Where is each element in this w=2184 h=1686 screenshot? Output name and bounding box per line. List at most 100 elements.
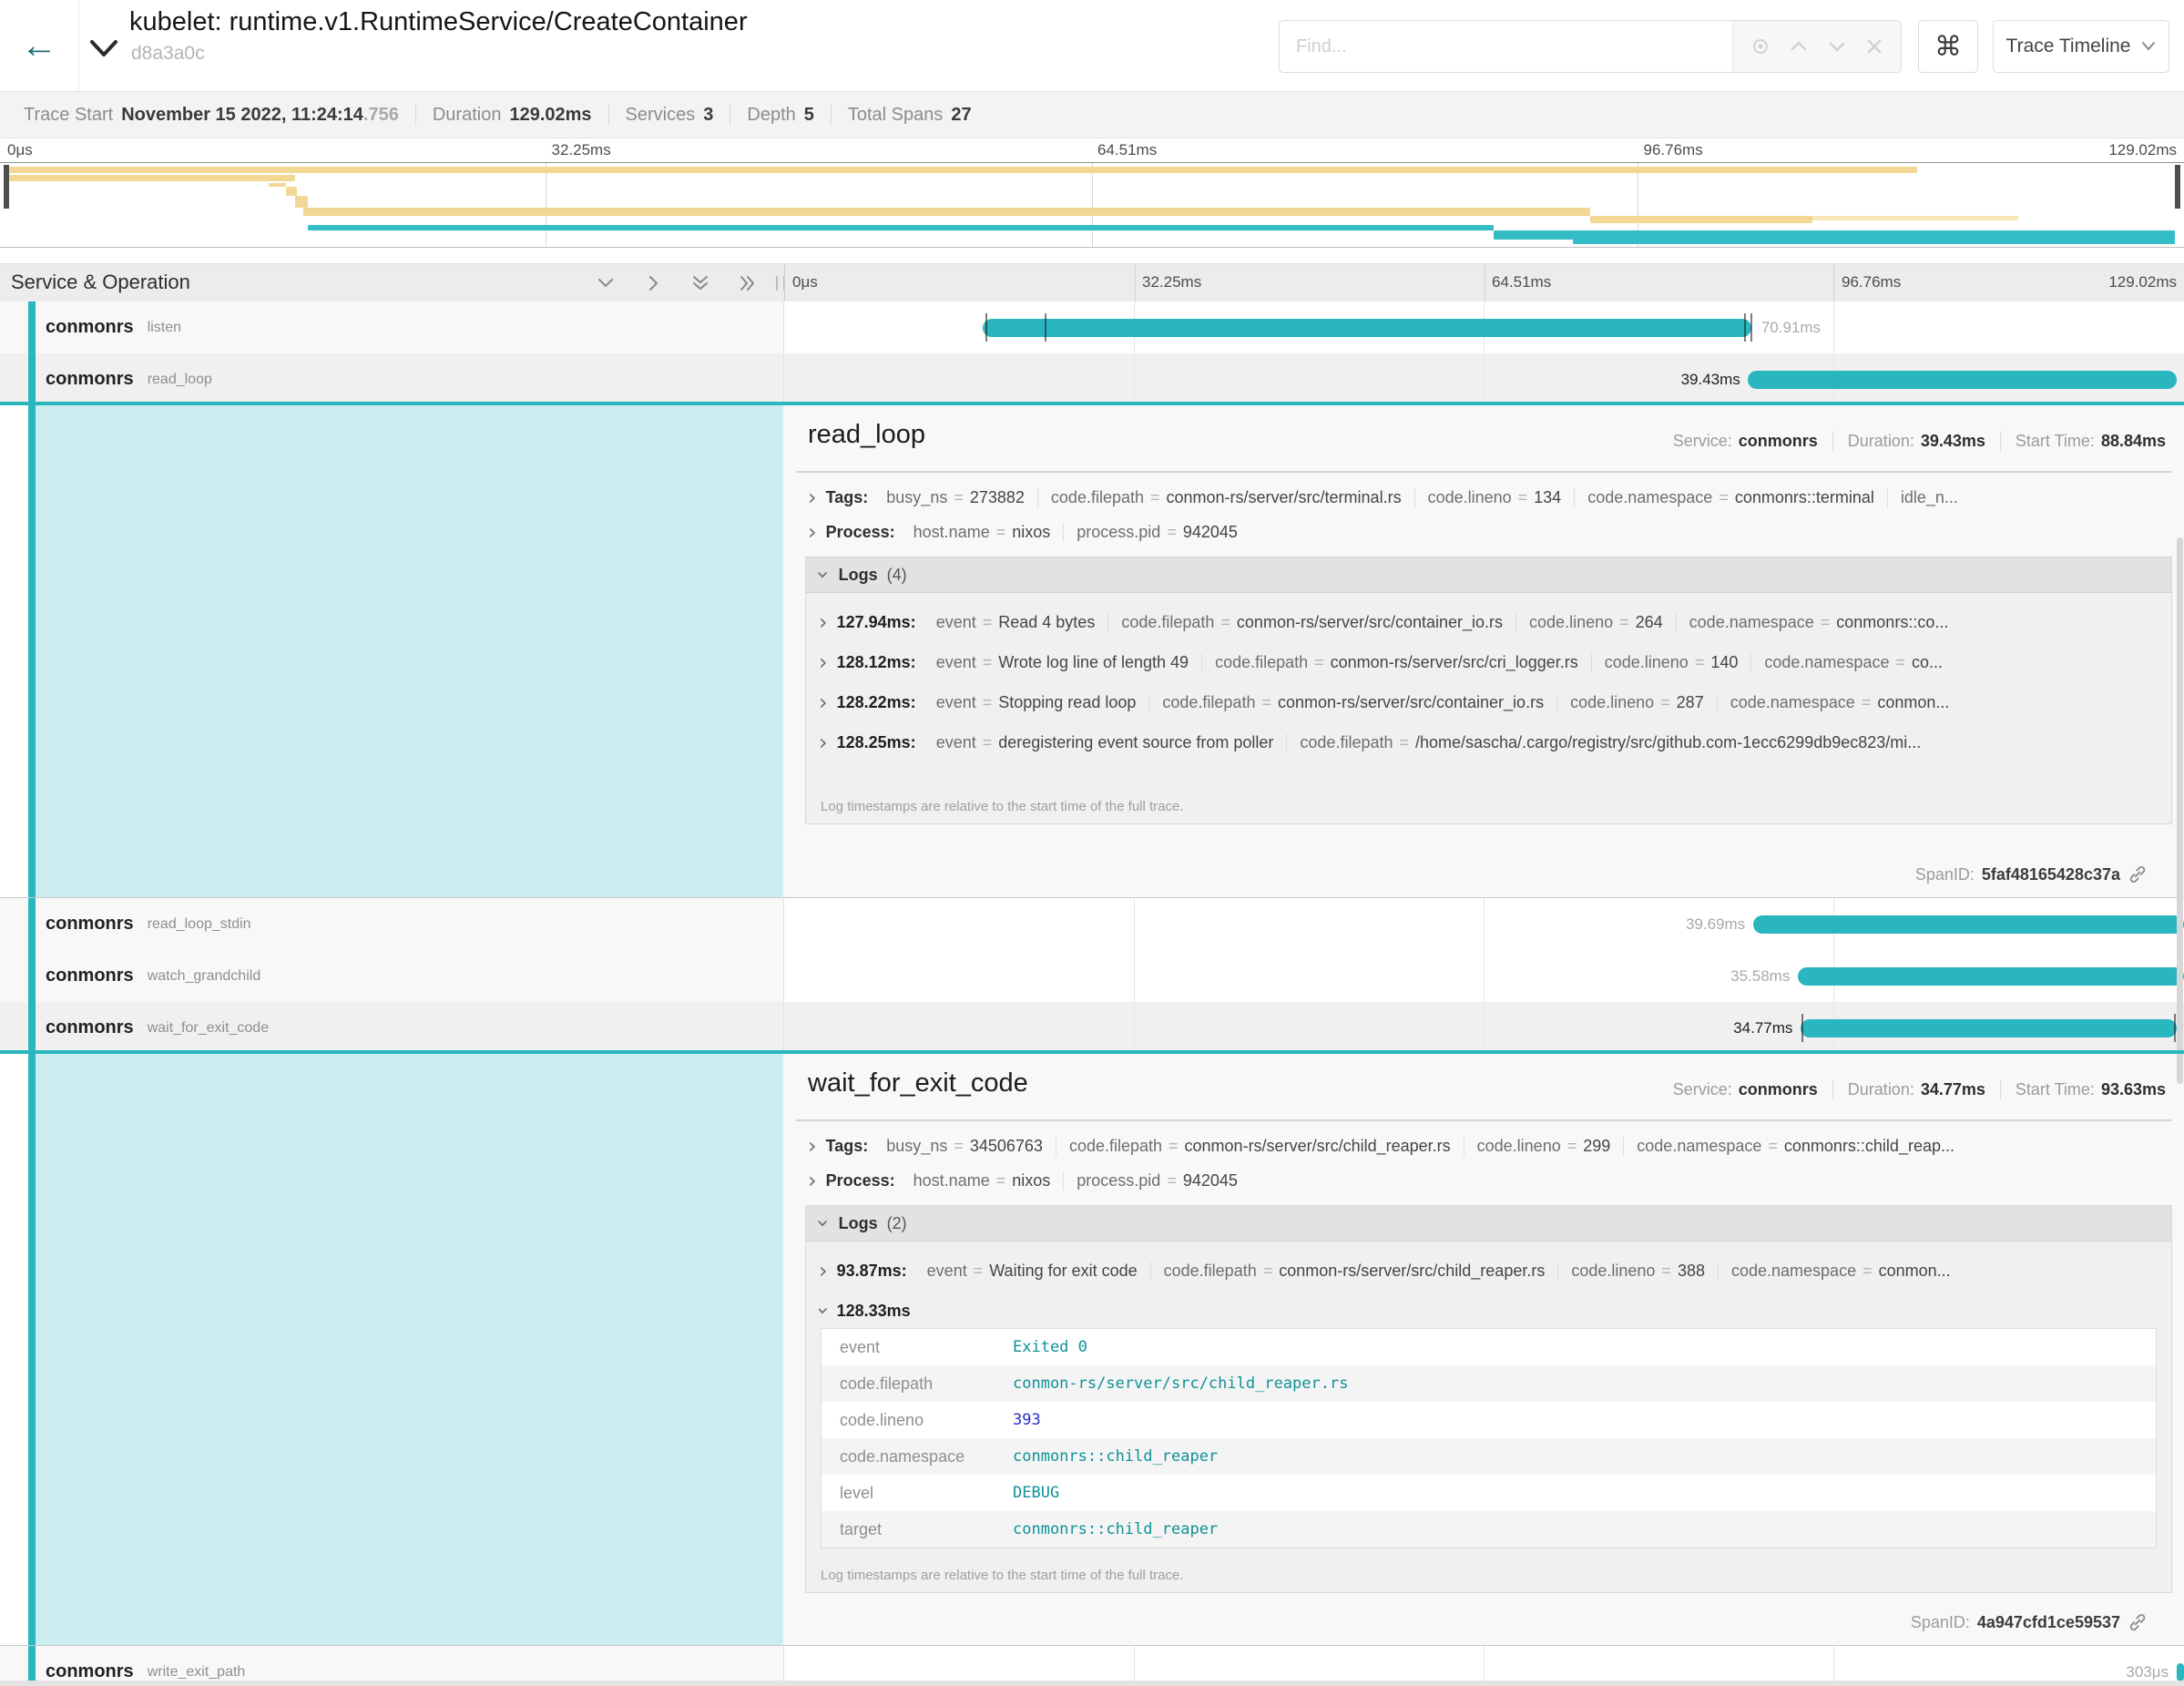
span-detail-tint — [36, 405, 783, 897]
log-entry[interactable]: › 128.12ms: event=Wrote log line of leng… — [819, 649, 2162, 676]
span-name-cell[interactable]: conmonrs listen — [0, 301, 783, 353]
table-row: event Exited 0 — [822, 1329, 2156, 1365]
span-duration-label: 70.91ms — [1761, 319, 1821, 337]
divider — [796, 471, 2171, 473]
span-detail-title: read_loop — [808, 420, 925, 450]
span-color-bar — [28, 898, 36, 950]
kv-chip: code.lineno=287 — [1557, 693, 1718, 712]
process-accordion[interactable]: › Process: host.name=nixosprocess.pid=94… — [808, 1167, 2171, 1194]
logs-accordion: › Logs (2) › 93.87ms: event=Waiting for … — [805, 1205, 2172, 1593]
minimap-span-bar — [1573, 240, 2176, 244]
span-operation: read_loop_stdin — [148, 916, 251, 933]
scrollbar-thumb[interactable] — [2177, 537, 2183, 1084]
table-row: code.lineno 393 — [822, 1402, 2156, 1438]
back-button[interactable]: ← — [0, 0, 79, 91]
span-detail-tint — [36, 1054, 783, 1645]
logs-header[interactable]: › Logs (2) — [806, 1206, 2171, 1242]
minimap-span-bar — [1494, 230, 2175, 240]
kv-chip: event=Read 4 bytes — [924, 613, 1109, 632]
kv-chip: host.name=nixos — [901, 1171, 1065, 1190]
chevron-down-icon — [2141, 41, 2156, 52]
kv-chip: event=deregistering event source from po… — [924, 733, 1288, 752]
span-operation: read_loop — [148, 372, 212, 388]
process-accordion[interactable]: › Process: host.name=nixosprocess.pid=94… — [808, 518, 2171, 546]
kv-chip: idle_n... — [1888, 488, 1971, 507]
chevron-down-icon: › — [819, 1306, 832, 1315]
span-timeline-cell[interactable]: 34.77ms — [783, 1002, 2184, 1054]
kv-chip: code.filepath=conmon-rs/server/src/conta… — [1149, 693, 1557, 712]
view-selector-button[interactable]: Trace Timeline — [1993, 20, 2169, 73]
log-marker — [2174, 1014, 2176, 1042]
kv-chip: code.namespace=conmonrs::terminal — [1575, 488, 1888, 507]
link-icon[interactable] — [2128, 1612, 2148, 1632]
collapse-all-icon[interactable] — [690, 273, 710, 293]
log-marker — [1750, 313, 1752, 342]
find-input[interactable] — [1280, 21, 1732, 72]
trace-summary-bar: Trace StartNovember 15 2022, 11:24:14.75… — [0, 92, 2184, 138]
logs-header[interactable]: › Logs (4) — [806, 557, 2171, 593]
span-duration-label: 303μs — [2126, 1663, 2169, 1681]
log-entry[interactable]: › 93.87ms: event=Waiting for exit codeco… — [819, 1257, 2162, 1284]
span-bar[interactable] — [1748, 371, 2176, 389]
log-entry[interactable]: › 128.25ms: event=deregistering event so… — [819, 729, 2162, 756]
span-timeline-cell[interactable]: 35.58ms — [783, 950, 2184, 1002]
kv-chip: code.filepath=conmon-rs/server/src/child… — [1056, 1137, 1465, 1156]
log-timestamp: 128.22ms: — [837, 693, 916, 712]
kv-chip: code.namespace=co... — [1751, 653, 1955, 672]
chevron-right-icon: › — [819, 694, 828, 710]
locate-icon[interactable] — [1750, 36, 1771, 57]
tags-accordion[interactable]: › Tags: busy_ns=273882code.filepath=conm… — [808, 484, 2171, 511]
minimap-right-handle[interactable] — [2175, 165, 2180, 209]
log-marker — [1801, 1014, 1803, 1042]
minimap-span-bar — [303, 208, 1589, 216]
service-operation-header: Service & Operation — [0, 264, 783, 301]
span-timeline-cell[interactable]: 39.43ms — [783, 353, 2184, 405]
next-result-icon[interactable] — [1826, 36, 1848, 57]
span-name-cell[interactable]: conmonrs read_loop_stdin — [0, 898, 783, 950]
kv-chip: code.filepath=conmon-rs/server/src/child… — [1151, 1262, 1559, 1281]
log-timestamp: 93.87ms: — [837, 1262, 907, 1281]
minimap-canvas[interactable] — [0, 162, 2184, 248]
log-kv-table: event Exited 0 code.filepath conmon-rs/s… — [821, 1328, 2157, 1548]
span-name-cell[interactable]: conmonrs wait_for_exit_code — [0, 1002, 783, 1054]
span-service: conmonrs — [46, 966, 134, 986]
kv-chip: code.filepath=conmon-rs/server/src/cri_l… — [1202, 653, 1592, 672]
link-icon[interactable] — [2128, 864, 2148, 884]
span-name-cell[interactable]: conmonrs watch_grandchild — [0, 950, 783, 1002]
next-row-edge — [0, 1681, 2184, 1686]
kv-chip: code.lineno=140 — [1592, 653, 1752, 672]
span-row-watch-grandchild: conmonrs watch_grandchild 35.58ms — [0, 950, 2184, 1002]
span-id: SpanID:4a947cfd1ce59537 — [1911, 1612, 2148, 1632]
keyboard-shortcuts-button[interactable]: ⌘ — [1918, 20, 1978, 73]
kv-chip: code.filepath=/home/sascha/.cargo/regist… — [1287, 733, 1934, 752]
log-entry[interactable]: › 127.94ms: event=Read 4 bytescode.filep… — [819, 608, 2162, 636]
span-bar[interactable] — [1798, 967, 2184, 986]
span-timeline-cell[interactable]: 70.91ms — [783, 301, 2184, 353]
trace-depth: Depth5 — [730, 105, 832, 126]
tags-accordion[interactable]: › Tags: busy_ns=34506763code.filepath=co… — [808, 1132, 2171, 1160]
chevron-down-icon — [87, 36, 120, 60]
expand-one-icon[interactable] — [643, 273, 663, 293]
kv-chip: code.lineno=134 — [1415, 488, 1576, 507]
span-bar[interactable] — [1801, 1019, 2177, 1037]
chevron-right-icon: › — [808, 489, 817, 506]
span-service: conmonrs — [46, 1661, 134, 1682]
log-entry[interactable]: › 128.22ms: event=Stopping read loopcode… — [819, 689, 2162, 716]
kv-chip: code.namespace=conmonrs::child_reap... — [1624, 1137, 1967, 1156]
span-bar[interactable] — [2177, 1663, 2184, 1681]
log-entry-expanded[interactable]: › 128.33ms — [819, 1297, 2162, 1324]
prev-result-icon[interactable] — [1788, 36, 1810, 57]
kv-chip: busy_ns=273882 — [873, 488, 1038, 507]
span-timeline-cell[interactable]: 39.69ms — [783, 898, 2184, 950]
span-bar[interactable] — [1753, 915, 2184, 934]
span-service: conmonrs — [46, 914, 134, 935]
expand-all-icon[interactable] — [738, 273, 758, 293]
collapse-one-icon[interactable] — [596, 273, 616, 293]
clear-search-icon[interactable] — [1864, 36, 1884, 56]
trace-collapse-toggle[interactable] — [87, 33, 128, 64]
span-operation: watch_grandchild — [148, 968, 261, 985]
trace-total-spans: Total Spans27 — [832, 105, 988, 126]
span-name-cell[interactable]: conmonrs read_loop — [0, 353, 783, 405]
span-bar[interactable] — [983, 319, 1751, 337]
kv-chip: code.lineno=264 — [1516, 613, 1677, 632]
